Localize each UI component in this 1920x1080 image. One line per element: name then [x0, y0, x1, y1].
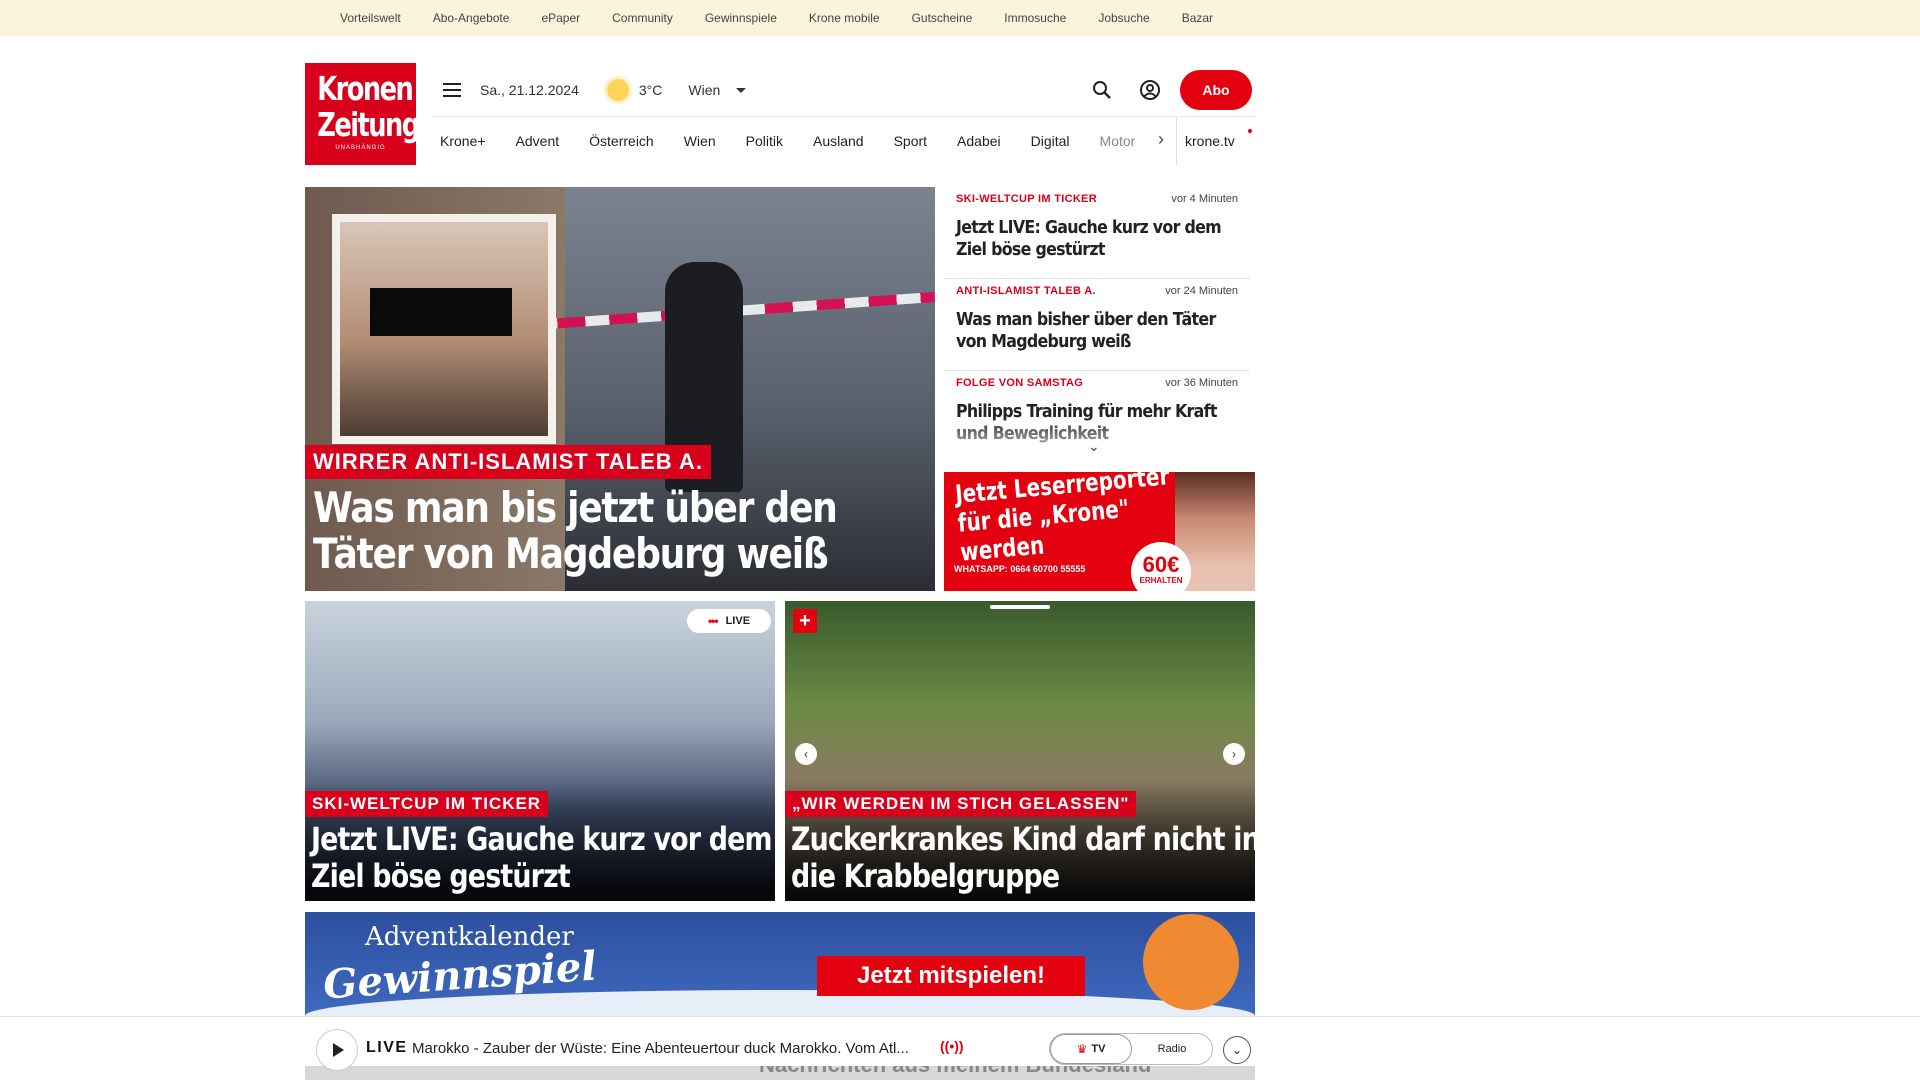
chevron-down-icon[interactable]: ⌄	[1088, 438, 1100, 455]
toggle-radio-label: Radio	[1157, 1043, 1187, 1055]
card-kicker: SKI-WELTCUP IM TICKER	[305, 791, 549, 817]
ticker-title[interactable]: Was man bisher über den Täter von Magdeb…	[956, 309, 1238, 353]
nav-item-wien[interactable]: Wien	[684, 133, 716, 149]
suspect-face	[340, 222, 548, 436]
ad-badge-label: ERHALTEN	[1139, 576, 1183, 585]
topbar-link-gutscheine[interactable]: Gutscheine	[912, 11, 973, 25]
play-icon	[333, 1043, 344, 1057]
player-live-label: LIVE	[366, 1039, 408, 1056]
expand-player-chevron-icon[interactable]: ⌄	[1223, 1036, 1251, 1064]
ticker-time: vor 4 Minuten	[1171, 193, 1238, 205]
card-headline[interactable]: Jetzt LIVE: Gauche kurz vor dem Ziel bös…	[311, 821, 775, 895]
top-utility-bar: Vorteilswelt Abo-Angebote ePaper Communi…	[0, 0, 1920, 36]
logo-line-1: Kronen	[317, 69, 414, 108]
ticker-kicker: SKI-WELTCUP IM TICKER	[956, 193, 1097, 205]
main-navigation: Krone+ Advent Österreich Wien Politik Au…	[432, 116, 1256, 165]
live-dots-icon: •••	[707, 614, 719, 628]
nav-item-ausland[interactable]: Ausland	[813, 133, 864, 149]
live-badge-label: LIVE	[725, 615, 751, 627]
story-card-kind[interactable]: + ‹ › „WIR WERDEN IM STICH GELASSEN" Zuc…	[785, 601, 1255, 901]
tv-radio-toggle: ♛ TV Radio	[1049, 1033, 1213, 1065]
nav-item-politik[interactable]: Politik	[746, 133, 783, 149]
topbar-link-epaper[interactable]: ePaper	[541, 11, 580, 25]
city-label: Wien	[688, 82, 721, 98]
nav-item-krone-tv[interactable]: krone.tv	[1176, 117, 1235, 165]
news-ticker: SKI-WELTCUP IM TICKER vor 4 Minuten Jetzt…	[944, 187, 1250, 463]
nav-item-digital[interactable]: Digital	[1031, 133, 1070, 149]
nav-item-advent[interactable]: Advent	[516, 133, 560, 149]
player-now-playing[interactable]: Marokko - Zauber der Wüste: Eine Abenteu…	[412, 1040, 909, 1057]
story-card-ski[interactable]: ••• LIVE SKI-WELTCUP IM TICKER Jetzt LIV…	[305, 601, 775, 901]
ticker-title[interactable]: Jetzt LIVE: Gauche kurz vor dem Ziel bös…	[956, 217, 1238, 261]
ad-badge-amount: 60€	[1142, 552, 1180, 577]
card-headline[interactable]: Zuckerkrankes Kind darf nicht in die Kra…	[791, 821, 1255, 895]
topbar-link-vorteilswelt[interactable]: Vorteilswelt	[340, 11, 401, 25]
ticker-kicker: FOLGE VON SAMSTAG	[956, 377, 1084, 389]
current-date: Sa., 21.12.2024	[480, 82, 579, 98]
card-kicker: „WIR WERDEN IM STICH GELASSEN"	[785, 791, 1137, 817]
banner-cta-button[interactable]: Jetzt mitspielen!	[817, 956, 1085, 996]
user-account-icon[interactable]	[1130, 70, 1170, 110]
carousel-next-icon[interactable]: ›	[1223, 743, 1245, 765]
topbar-link-community[interactable]: Community	[612, 11, 673, 25]
carousel-prev-icon[interactable]: ‹	[795, 743, 817, 765]
topbar-link-jobsuche[interactable]: Jobsuche	[1098, 11, 1149, 25]
temperature: 3°C	[638, 82, 663, 98]
fox-mascot-icon	[1143, 914, 1239, 1010]
chevron-right-icon[interactable]: ›	[1150, 129, 1172, 150]
topbar-link-abo-angebote[interactable]: Abo-Angebote	[433, 11, 510, 25]
nav-item-motor[interactable]: Motor	[1100, 133, 1136, 149]
suspect-photo	[332, 214, 556, 444]
toggle-tv[interactable]: ♛ TV	[1050, 1034, 1132, 1064]
ticker-item[interactable]: SKI-WELTCUP IM TICKER vor 4 Minuten Jetzt…	[944, 187, 1250, 279]
live-badge: ••• LIVE	[687, 609, 771, 633]
weather-widget: 3°C	[606, 79, 663, 101]
ticker-kicker: ANTI-ISLAMIST TALEB A.	[956, 285, 1096, 297]
hero-headline[interactable]: Was man bis jetzt über den Täter von Mag…	[313, 485, 915, 577]
advent-gewinnspiel-banner[interactable]: Adventkalender Gewinnspiel Jetzt mitspie…	[305, 912, 1255, 1016]
play-button[interactable]	[316, 1029, 358, 1071]
header-row: Sa., 21.12.2024 3°C Wien Abo	[432, 70, 1252, 110]
ticker-time: vor 24 Minuten	[1165, 285, 1238, 297]
topbar-link-bazar[interactable]: Bazar	[1182, 11, 1213, 25]
live-dot-icon	[1248, 129, 1252, 133]
hero-story[interactable]: WIRRER ANTI-ISLAMIST TALEB A. Was man bi…	[305, 187, 935, 591]
logo-tagline: UNABHÄNGIG	[335, 145, 386, 151]
ticker-time: vor 36 Minuten	[1165, 377, 1238, 389]
toggle-radio[interactable]: Radio	[1132, 1034, 1212, 1064]
toggle-tv-label: TV	[1091, 1043, 1106, 1055]
hero-kicker: WIRRER ANTI-ISLAMIST TALEB A.	[305, 445, 711, 479]
site-logo[interactable]: Kronen Zeitung UNABHÄNGIG	[305, 63, 420, 165]
nav-item-krone-plus[interactable]: Krone+	[440, 133, 486, 149]
menu-icon[interactable]	[432, 70, 472, 110]
topbar-link-gewinnspiele[interactable]: Gewinnspiele	[705, 11, 777, 25]
crown-icon: ♛	[1076, 1042, 1088, 1056]
header-actions: Abo	[1074, 70, 1252, 110]
nav-item-adabei[interactable]: Adabei	[957, 133, 1001, 149]
ticker-item[interactable]: ANTI-ISLAMIST TALEB A. vor 24 Minuten Was…	[944, 279, 1250, 371]
ad-whatsapp-number: WHATSAPP: 0664 60700 55555	[954, 564, 1086, 574]
topbar-link-immosuche[interactable]: Immosuche	[1004, 11, 1066, 25]
live-player-bar: LIVE Marokko - Zauber der Wüste: Eine Ab…	[0, 1016, 1920, 1071]
carousel-indicator	[990, 605, 1050, 609]
abo-button[interactable]: Abo	[1180, 70, 1252, 110]
krone-plus-badge: +	[793, 609, 817, 633]
broadcast-icon: ((•))	[940, 1038, 964, 1054]
nav-item-oesterreich[interactable]: Österreich	[589, 133, 654, 149]
leserreporter-ad[interactable]: Jetzt Leserreporter für die „Krone" werd…	[944, 472, 1255, 591]
sun-icon	[606, 79, 629, 101]
censor-bar	[370, 288, 512, 336]
logo-line-2: Zeitung	[317, 105, 420, 144]
nav-item-sport[interactable]: Sport	[894, 133, 927, 149]
caret-down-icon	[736, 87, 747, 93]
topbar-link-krone-mobile[interactable]: Krone mobile	[809, 11, 880, 25]
city-selector[interactable]: Wien	[688, 82, 747, 98]
search-icon[interactable]	[1082, 70, 1122, 110]
